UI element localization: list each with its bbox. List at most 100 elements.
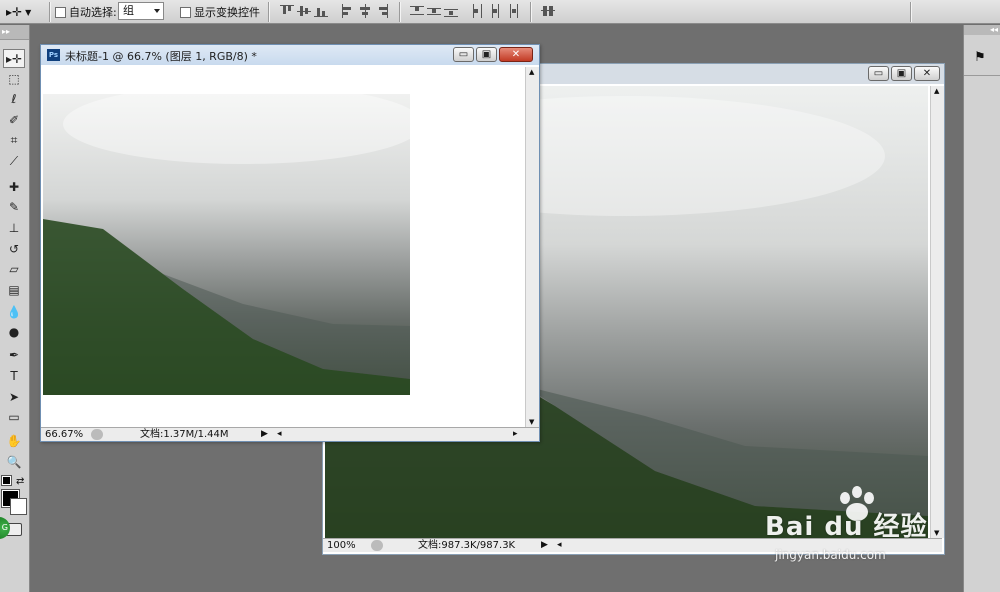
scroll-right-icon[interactable]: ▸ xyxy=(513,428,518,441)
zoom-level[interactable]: 66.67% xyxy=(45,428,83,441)
panel-divider xyxy=(964,75,1000,76)
path-select-tool[interactable]: ➤ xyxy=(3,387,25,406)
document-window-active[interactable]: Ps 未标题-1 @ 66.7% (图层 1, RGB/8) * ▭ ▣ ✕ ▲… xyxy=(40,44,540,442)
marquee-tool-icon: ⬚ xyxy=(8,71,20,86)
auto-select-checkbox[interactable]: 自动选择: xyxy=(55,0,117,24)
document-size: 文档:1.37M/1.44M xyxy=(140,429,229,440)
move-tool[interactable]: ▸✛ xyxy=(3,49,25,68)
minimize-icon: ▭ xyxy=(873,68,884,79)
vertical-scrollbar[interactable]: ▲ ▼ xyxy=(930,86,944,538)
align-bottom-icon[interactable] xyxy=(314,4,328,18)
status-info-icon[interactable] xyxy=(91,429,103,440)
path-select-tool-icon: ➤ xyxy=(8,389,20,404)
blur-tool-icon: 💧 xyxy=(6,304,22,319)
history-panel-icon[interactable]: ⚑ xyxy=(971,50,989,68)
window-titlebar[interactable]: Ps 未标题-1 @ 66.7% (图层 1, RGB/8) * ▭ ▣ ✕ xyxy=(41,45,539,65)
distribute-left-icon[interactable] xyxy=(471,4,485,18)
divider xyxy=(910,2,911,22)
history-brush-tool-icon: ↺ xyxy=(8,241,20,256)
status-menu-icon[interactable]: ▶ xyxy=(261,428,268,441)
minimize-button[interactable]: ▭ xyxy=(453,47,474,62)
crop-tool[interactable]: ⌗ xyxy=(3,131,25,150)
brush-tool[interactable]: ✎ xyxy=(3,197,25,216)
status-info-icon[interactable] xyxy=(371,540,383,551)
divider xyxy=(268,2,269,22)
restore-icon: ▣ xyxy=(896,68,907,79)
panel-grip[interactable]: ◂◂ xyxy=(964,25,1000,35)
scroll-up-icon[interactable]: ▲ xyxy=(934,87,939,95)
healing-brush-tool[interactable]: ✚ xyxy=(3,177,25,196)
history-brush-tool[interactable]: ↺ xyxy=(3,239,25,258)
close-icon: ✕ xyxy=(511,49,521,60)
minimize-button[interactable]: ▭ xyxy=(868,66,889,81)
swap-colors-icon[interactable]: ⇄ xyxy=(16,476,24,487)
dodge-tool[interactable]: ● xyxy=(3,322,25,341)
show-transform-checkbox[interactable]: 显示变换控件 xyxy=(180,0,260,24)
pen-tool[interactable]: ✒ xyxy=(3,345,25,364)
restore-button[interactable]: ▣ xyxy=(891,66,912,81)
clone-stamp-tool[interactable]: ⊥ xyxy=(3,218,25,237)
scroll-left-icon[interactable]: ◂ xyxy=(557,539,562,552)
auto-align-layers-icon[interactable] xyxy=(541,4,555,18)
quick-select-tool[interactable]: ✐ xyxy=(3,110,25,129)
layer-image[interactable] xyxy=(43,94,410,395)
distribute-top-icon[interactable] xyxy=(410,4,424,18)
eraser-tool[interactable]: ▱ xyxy=(3,259,25,278)
restore-button[interactable]: ▣ xyxy=(476,47,497,62)
background-color-swatch[interactable] xyxy=(10,498,27,515)
canvas-area[interactable] xyxy=(43,67,525,427)
distribute-horizontal-center-icon[interactable] xyxy=(488,4,502,18)
vertical-scrollbar[interactable]: ▲ ▼ xyxy=(525,67,539,427)
right-panel-dock: ◂◂ ⚑ xyxy=(963,25,1000,592)
close-button[interactable]: ✕ xyxy=(499,47,533,62)
blur-tool[interactable]: 💧 xyxy=(3,302,25,321)
move-tool-icon: ▸✛ xyxy=(6,5,23,19)
watermark-url: jingyan.baidu.com xyxy=(775,548,886,562)
status-bar: 66.67% 文档:1.37M/1.44M ▶ ◂ ▸ xyxy=(41,427,539,441)
hand-tool-icon: ✋ xyxy=(6,433,22,448)
window-controls: ▭ ▣ ✕ xyxy=(868,66,940,81)
align-top-icon[interactable] xyxy=(280,4,294,18)
status-menu-icon[interactable]: ▶ xyxy=(541,539,548,552)
scroll-left-icon[interactable]: ◂ xyxy=(277,428,282,441)
align-horizontal-center-icon[interactable] xyxy=(358,4,372,18)
auto-select-dropdown[interactable]: 组 xyxy=(118,2,164,20)
panel-grip[interactable]: ▸▸ xyxy=(0,25,29,40)
ps-app-icon: Ps xyxy=(47,49,60,61)
clone-stamp-tool-icon: ⊥ xyxy=(8,220,20,235)
tools-panel: ▸▸ ▸✛ ⬚ ℓ ✐ ⌗ ⟋ ✚ ✎ ⊥ ↺ ▱ ▤ 💧 ● ✒ T ➤ ▭ ✋ 🔍 ⇄ G xyxy=(0,25,30,592)
close-button[interactable]: ✕ xyxy=(914,66,940,81)
divider xyxy=(399,2,400,22)
scroll-down-icon[interactable]: ▼ xyxy=(529,418,534,426)
distribute-right-icon[interactable] xyxy=(505,4,519,18)
distribute-vertical-center-icon[interactable] xyxy=(427,4,441,18)
scroll-up-icon[interactable]: ▲ xyxy=(529,68,534,76)
quick-select-tool-icon: ✐ xyxy=(8,112,20,127)
lasso-tool[interactable]: ℓ xyxy=(3,89,25,108)
landscape-image-icon xyxy=(43,94,410,395)
auto-select-value: 组 xyxy=(123,4,134,17)
align-left-icon[interactable] xyxy=(341,4,355,18)
shape-tool[interactable]: ▭ xyxy=(3,407,25,426)
default-colors-icon[interactable] xyxy=(1,475,12,486)
watermark-brand: Bai du 经验 xyxy=(765,512,928,542)
gradient-tool[interactable]: ▤ xyxy=(3,280,25,299)
window-controls: ▭ ▣ ✕ xyxy=(453,47,533,62)
divider xyxy=(530,2,531,22)
type-tool[interactable]: T xyxy=(3,366,25,385)
align-right-icon[interactable] xyxy=(375,4,389,18)
restore-icon: ▣ xyxy=(481,49,492,60)
distribute-bottom-icon[interactable] xyxy=(444,4,458,18)
zoom-tool-icon: 🔍 xyxy=(6,454,22,469)
checkbox-box xyxy=(180,6,191,18)
hand-tool[interactable]: ✋ xyxy=(3,431,25,450)
zoom-level[interactable]: 100% xyxy=(327,539,356,552)
eyedropper-tool[interactable]: ⟋ xyxy=(3,152,25,171)
close-icon: ✕ xyxy=(922,68,932,79)
marquee-tool[interactable]: ⬚ xyxy=(3,69,25,88)
align-vertical-center-icon[interactable] xyxy=(297,4,311,18)
baidu-watermark: Bai du 经验 jingyan.baidu.com xyxy=(765,486,950,566)
gradient-tool-icon: ▤ xyxy=(8,282,20,297)
tool-preset-picker[interactable]: ▸✛ ▼ xyxy=(6,0,31,24)
zoom-tool[interactable]: 🔍 xyxy=(3,452,25,471)
